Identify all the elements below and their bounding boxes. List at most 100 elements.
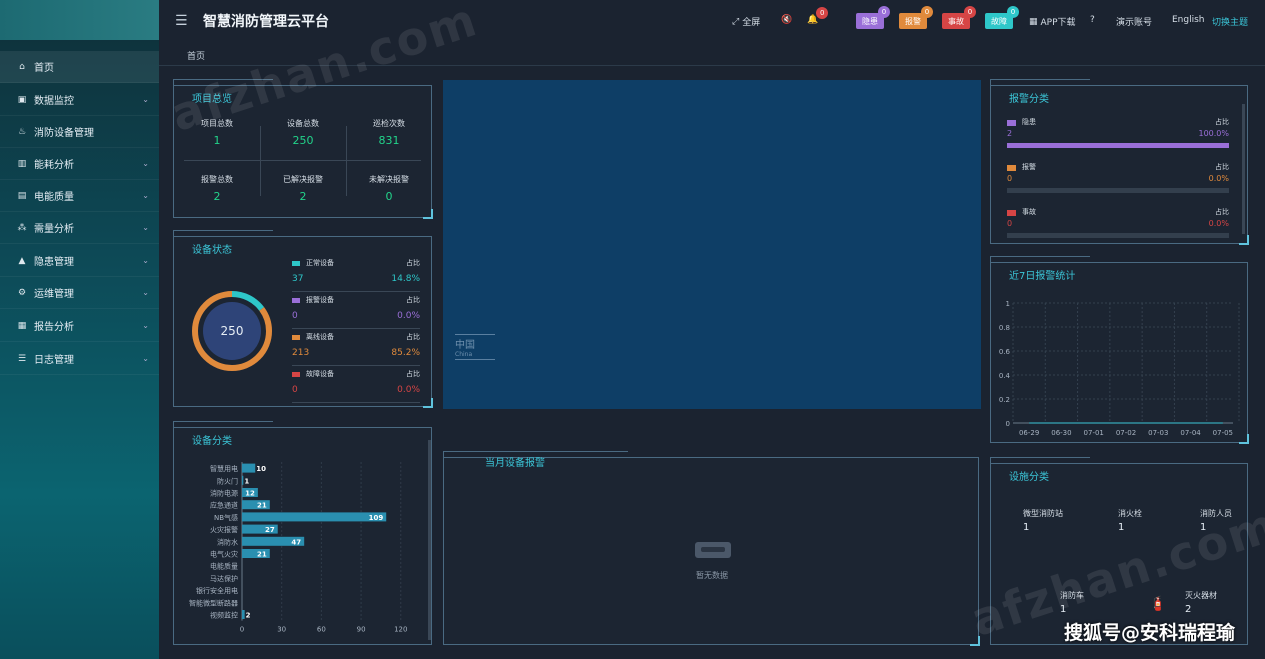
alarm-category-percent: 100.0% (1198, 129, 1229, 138)
alert-tag-label: 报警 (905, 16, 921, 26)
sidebar-item-2[interactable]: ♨ 消防设备管理 (0, 116, 159, 148)
help-icon[interactable]: ? (1090, 15, 1095, 25)
sidebar-item-5[interactable]: ⁂ 需量分析 ⌄ (0, 212, 159, 244)
logo-area (0, 0, 159, 40)
alarm-category-name: 事故 (1022, 208, 1036, 216)
line-y-tick: 0.8 (999, 324, 1010, 332)
bar-category-label: 电气火灾 (210, 550, 238, 559)
panel-title-line (990, 256, 1090, 264)
panel-title-line (990, 79, 1090, 87)
chevron-down-icon: ⌄ (142, 321, 149, 330)
device-status-name: 报警设备 (306, 296, 334, 304)
sidebar-item-9[interactable]: ☰ 日志管理 ⌄ (0, 343, 159, 375)
alarm-category-bar (1007, 188, 1229, 193)
bar-category-label: 马达保护 (210, 574, 238, 583)
scrollbar[interactable] (428, 440, 431, 640)
breadcrumb-home[interactable]: 首页 (187, 49, 205, 62)
watermark-text: 搜狐号@安科瑞程瑜 (1063, 622, 1235, 644)
alert-tag-1[interactable]: 报警 0 (899, 6, 933, 29)
app-title: 智慧消防管理云平台 (203, 14, 329, 30)
alarm-category-name: 隐患 (1022, 118, 1036, 126)
alarm-category-bar (1007, 143, 1229, 148)
device-status-name: 正常设备 (306, 259, 334, 267)
sidebar-item-6[interactable]: ▲ 隐患管理 ⌄ (0, 245, 159, 277)
sidebar-item-label: 消防设备管理 (34, 128, 94, 139)
fullscreen-icon: ⤢ (732, 16, 740, 27)
device-status-row: 正常设备 占比 37 14.8% (292, 258, 420, 292)
stat-label: 报警总数 (201, 175, 233, 184)
bar-category-label: 视频监控 (210, 611, 238, 620)
stat-label: 已解决报警 (283, 175, 323, 184)
bar-x-tick: 30 (277, 626, 286, 634)
device-status-donut: 250 (192, 291, 272, 371)
bar (242, 475, 244, 485)
sidebar: ⌂ 首页 ▣ 数据监控 ⌄ ♨ 消防设备管理 ▥ 能耗分析 ⌄ ▤ 电能质量 ⌄ ⁂ 需量分析 ⌄ ▲ 隐患管理 ⌄… (0, 0, 159, 659)
line-x-tick: 06-29 (1019, 429, 1039, 437)
overview-stat: 未解决报警 0 (349, 174, 429, 203)
bar-category-label: 银行安全用电 (196, 586, 238, 595)
alert-tag-badge: 0 (964, 6, 976, 18)
alarm-category-bar-fill (1007, 143, 1229, 148)
language-button[interactable]: English (1172, 15, 1205, 25)
device-status-count: 0 (292, 385, 298, 395)
device-status-percent: 85.2% (391, 348, 420, 358)
map-area[interactable]: 中国 China (443, 80, 981, 409)
divider (184, 160, 421, 161)
bar-x-tick: 60 (317, 626, 326, 634)
log-icon: ☰ (17, 353, 27, 364)
alert-tag-badge: 0 (878, 6, 890, 18)
scrollbar[interactable] (1242, 104, 1245, 234)
alert-tag-label: 隐患 (862, 16, 878, 26)
bar-value-label: 109 (369, 514, 384, 522)
calendar-icon: ▤ (17, 190, 27, 201)
line-x-tick: 07-01 (1084, 429, 1104, 437)
sidebar-item-7[interactable]: ⚙ 运维管理 ⌄ (0, 277, 159, 309)
bar-category-label: 防火门 (217, 476, 238, 485)
app-download-button[interactable]: ▦ APP下载 (1029, 15, 1076, 29)
bar-category-label: 电能质量 (210, 562, 238, 571)
line-y-tick: 1 (1006, 300, 1010, 308)
legend-swatch (1007, 210, 1016, 216)
sidebar-item-label: 电能质量 (34, 192, 74, 203)
device-status-count: 37 (292, 274, 304, 284)
stat-value: 831 (378, 134, 400, 147)
mute-icon[interactable]: 🔇 (781, 15, 792, 25)
chevron-down-icon: ⌄ (142, 288, 149, 297)
device-category-panel: 设备分类 0 30 60 90 120 智慧用电 10 防火门 1 消防电源 12 应急通道 21 NB气… (173, 421, 432, 645)
notification-button[interactable]: 🔔 0 (807, 7, 829, 25)
alarm-category-percent: 0.0% (1208, 174, 1229, 183)
legend-swatch (292, 261, 300, 266)
donut-total: 250 (221, 324, 244, 338)
line-x-tick: 07-02 (1116, 429, 1136, 437)
notification-badge: 0 (816, 7, 829, 19)
device-status-percent: 0.0% (397, 311, 420, 321)
sidebar-item-0[interactable]: ⌂ 首页 (0, 51, 159, 83)
fullscreen-button[interactable]: ⤢ 全屏 (732, 15, 760, 29)
line-y-tick: 0 (1006, 420, 1010, 428)
monthly-alarm-panel: 当月设备报警 暂无数据 (443, 451, 980, 646)
facility-value: 2 (1185, 604, 1192, 615)
empty-box-icon (693, 538, 733, 562)
bar-category-label: NB气感 (214, 513, 238, 522)
sidebar-item-4[interactable]: ▤ 电能质量 ⌄ (0, 180, 159, 212)
bar (242, 463, 256, 473)
menu-toggle-icon[interactable]: ☰ (175, 13, 188, 29)
alert-tag-3[interactable]: 故障 0 (985, 6, 1019, 29)
sidebar-item-1[interactable]: ▣ 数据监控 ⌄ (0, 84, 159, 116)
legend-swatch (292, 335, 300, 340)
bar-category-label: 智能微型断路器 (189, 598, 238, 607)
device-category-chart: 0 30 60 90 120 智慧用电 10 防火门 1 消防电源 12 应急通道 21 NB气感 109 火… (189, 462, 407, 634)
sidebar-item-label: 首页 (34, 63, 54, 74)
map-china-label: 中国 China (455, 334, 495, 360)
alert-tag-badge: 0 (1007, 6, 1019, 18)
overview-stat: 报警总数 2 (177, 174, 257, 203)
device-status-row: 离线设备 占比 213 85.2% (292, 332, 420, 366)
account-button[interactable]: 演示账号 (1116, 15, 1152, 28)
sidebar-item-3[interactable]: ▥ 能耗分析 ⌄ (0, 148, 159, 180)
sidebar-item-8[interactable]: ▦ 报告分析 ⌄ (0, 310, 159, 342)
alert-tag-2[interactable]: 事故 0 (942, 6, 976, 29)
alert-tag-label: 故障 (991, 16, 1007, 26)
alert-tag-0[interactable]: 隐患 0 (856, 6, 890, 29)
switch-theme-button[interactable]: 切换主题 (1212, 15, 1248, 28)
sidebar-item-label: 隐患管理 (34, 257, 74, 268)
